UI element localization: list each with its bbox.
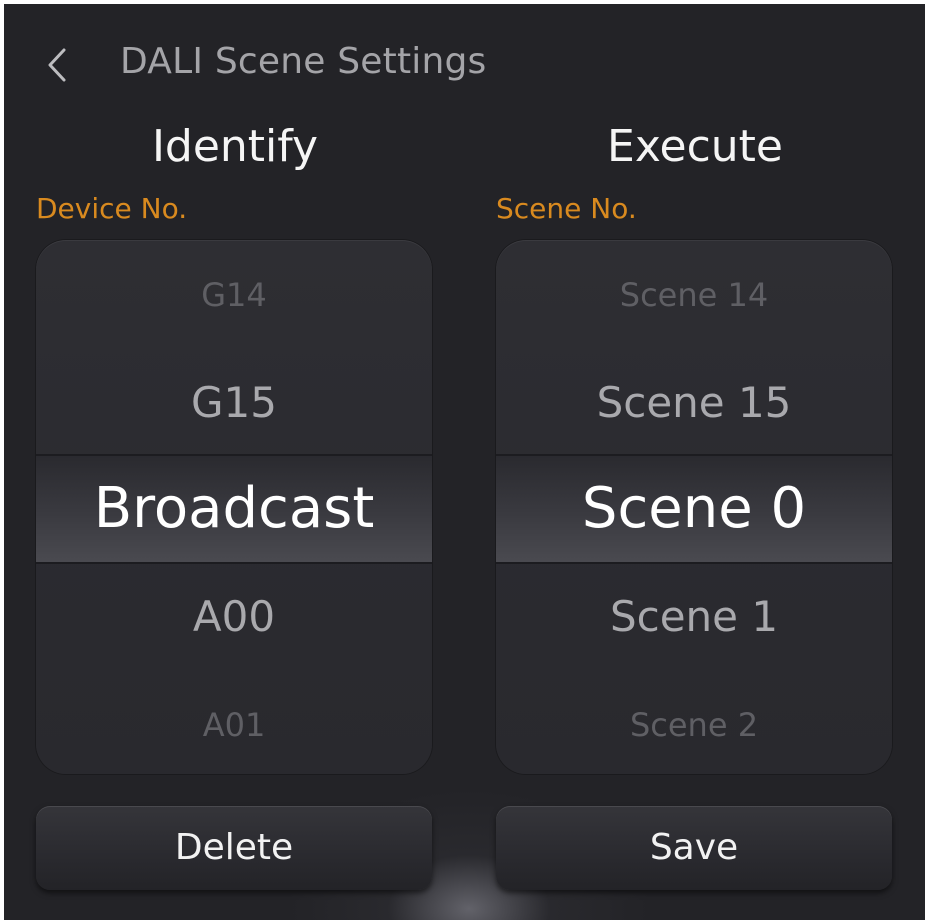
picker-item[interactable]: Scene 1: [496, 592, 892, 641]
delete-button[interactable]: Delete: [36, 806, 432, 890]
picker-item[interactable]: Scene 2: [496, 706, 892, 744]
app-screen: DALI Scene Settings Identify Device No. …: [4, 4, 925, 920]
scene-picker[interactable]: Scene 14 Scene 15 Scene 0 Scene 1 Scene …: [496, 240, 892, 774]
execute-heading: Execute: [607, 121, 783, 172]
device-picker[interactable]: G14 G15 Broadcast A00 A01: [36, 240, 432, 774]
picker-item[interactable]: G14: [36, 276, 432, 314]
picker-item-selected[interactable]: Scene 0: [496, 476, 892, 541]
picker-item[interactable]: A01: [36, 706, 432, 744]
page-title: DALI Scene Settings: [120, 41, 487, 82]
picker-item-selected[interactable]: Broadcast: [36, 476, 432, 541]
picker-item[interactable]: Scene 15: [496, 378, 892, 427]
picker-item[interactable]: G15: [36, 378, 432, 427]
scene-no-label: Scene No.: [496, 192, 637, 225]
chevron-left-icon[interactable]: [44, 46, 72, 84]
identify-heading: Identify: [151, 121, 319, 172]
device-no-label: Device No.: [36, 192, 188, 225]
save-button[interactable]: Save: [496, 806, 892, 890]
picker-item[interactable]: A00: [36, 592, 432, 641]
picker-item[interactable]: Scene 14: [496, 276, 892, 314]
